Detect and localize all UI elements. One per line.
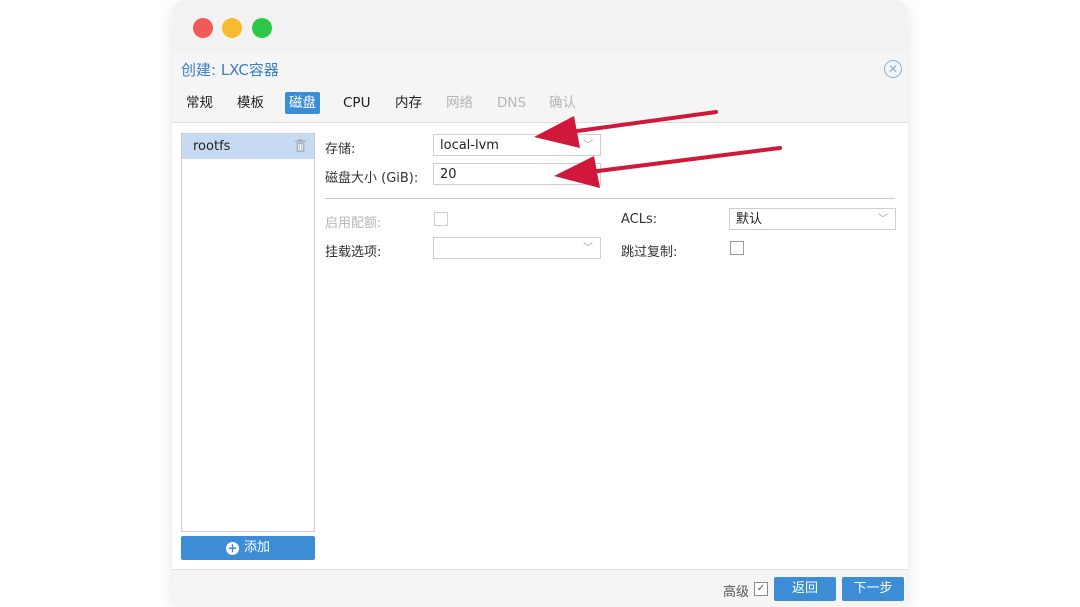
storage-select[interactable]: local-lvm ﹀ <box>433 134 601 156</box>
plus-icon: + <box>225 541 239 555</box>
add-button-label: 添加 <box>243 540 270 555</box>
disk-size-label: 磁盘大小 (GiB): <box>325 171 419 186</box>
disk-size-input[interactable]: 20 <box>433 163 601 185</box>
section-divider <box>325 198 895 199</box>
storage-label: 存储: <box>325 142 356 157</box>
dialog-footer: 高级 ✓ 返回 下一步 <box>172 569 908 607</box>
close-window-button[interactable] <box>193 18 213 38</box>
chevron-down-icon: ﹀ <box>583 140 593 151</box>
list-item[interactable]: rootfs <box>182 134 314 159</box>
maximize-window-button[interactable] <box>252 18 272 38</box>
storage-value: local-lvm <box>440 138 499 153</box>
advanced-checkbox[interactable]: ✓ <box>754 582 768 596</box>
create-lxc-dialog: 创建: LXC容器 ✕ 常规 模板 磁盘 CPU 内存 网络 DNS 确认 ro… <box>172 52 908 607</box>
dialog-body: rootfs + 添加 存储: local-lvm ﹀ 磁盘大小 (GiB): … <box>172 122 908 570</box>
tab-cpu[interactable]: CPU <box>339 92 374 114</box>
list-item-label: rootfs <box>193 139 231 154</box>
tab-template[interactable]: 模板 <box>233 92 268 114</box>
skip-replication-label: 跳过复制: <box>621 245 678 260</box>
acls-label: ACLs: <box>621 212 658 227</box>
chevron-down-icon: ﹀ <box>878 214 888 225</box>
tab-network[interactable]: 网络 <box>442 92 477 114</box>
tab-disks[interactable]: 磁盘 <box>285 92 320 114</box>
quota-checkbox[interactable] <box>434 212 448 226</box>
acls-select[interactable]: 默认 ﹀ <box>729 208 896 230</box>
quota-label: 启用配额: <box>325 216 382 231</box>
close-icon[interactable]: ✕ <box>884 60 902 78</box>
dialog-title: 创建: LXC容器 <box>181 61 279 79</box>
back-button[interactable]: 返回 <box>774 577 836 601</box>
chevron-down-icon: ﹀ <box>583 243 593 254</box>
trash-icon[interactable] <box>295 139 306 152</box>
mountpoint-list: rootfs <box>181 133 315 532</box>
tab-general[interactable]: 常规 <box>182 92 217 114</box>
minimize-window-button[interactable] <box>222 18 242 38</box>
tab-dns[interactable]: DNS <box>493 92 530 114</box>
window-titlebar <box>172 0 908 52</box>
acls-value: 默认 <box>736 212 763 227</box>
disk-size-value: 20 <box>440 167 457 182</box>
skip-replication-checkbox[interactable] <box>730 241 744 255</box>
tab-confirm[interactable]: 确认 <box>545 92 580 114</box>
mount-options-select[interactable]: ﹀ <box>433 237 601 259</box>
tab-memory[interactable]: 内存 <box>391 92 426 114</box>
window: 创建: LXC容器 ✕ 常规 模板 磁盘 CPU 内存 网络 DNS 确认 ro… <box>172 0 908 607</box>
dialog-header: 创建: LXC容器 ✕ 常规 模板 磁盘 CPU 内存 网络 DNS 确认 <box>172 52 908 122</box>
add-mountpoint-button[interactable]: + 添加 <box>181 536 315 560</box>
mount-options-label: 挂载选项: <box>325 245 382 260</box>
advanced-label: 高级 <box>723 585 750 600</box>
next-button[interactable]: 下一步 <box>842 577 904 601</box>
